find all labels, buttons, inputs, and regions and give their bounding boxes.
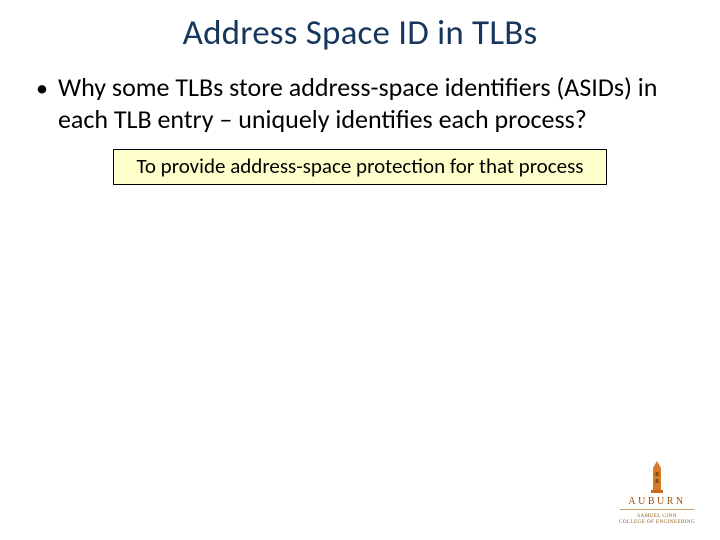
logo-divider (620, 509, 694, 510)
answer-box: To provide address-space protection for … (113, 149, 607, 185)
logo-sub1: SAMUEL GINN (618, 513, 696, 520)
logo-sub2: COLLEGE OF ENGINEERING (618, 519, 696, 526)
bullet-text: Why some TLBs store address-space identi… (58, 72, 694, 135)
bullet-item: • Why some TLBs store address-space iden… (26, 72, 694, 135)
logo-university-text: AUBURN (618, 496, 696, 507)
slide: Address Space ID in TLBs • Why some TLBs… (0, 0, 720, 540)
slide-title: Address Space ID in TLBs (0, 0, 720, 54)
auburn-logo: AUBURN SAMUEL GINN COLLEGE OF ENGINEERIN… (618, 460, 696, 526)
bullet-marker: • (26, 72, 58, 103)
tower-icon (645, 460, 669, 494)
slide-body: • Why some TLBs store address-space iden… (0, 54, 720, 185)
